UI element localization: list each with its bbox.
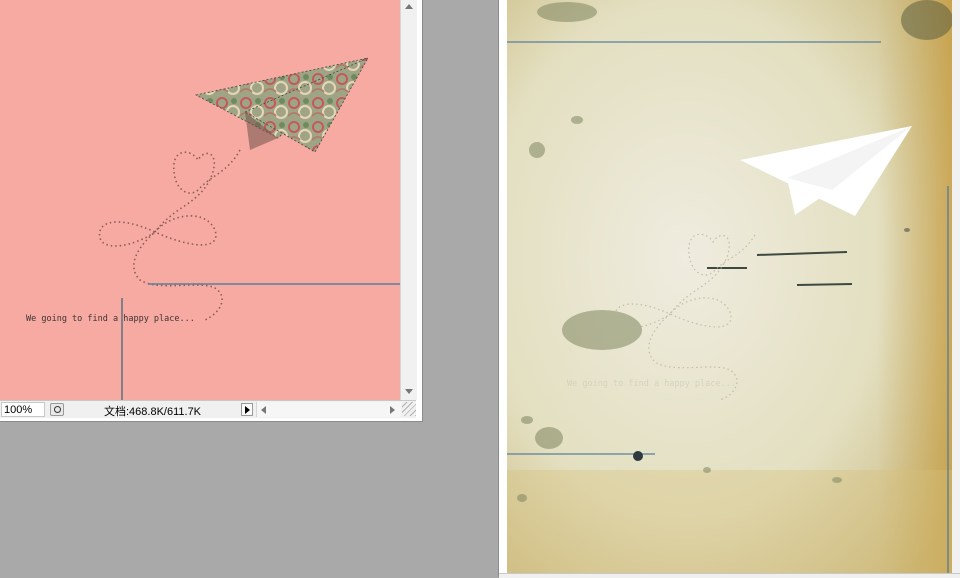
scroll-right-icon[interactable] — [390, 406, 395, 414]
canvas-textured-paper[interactable]: We going to find a happy place... — [507, 0, 952, 573]
status-bar-right — [499, 573, 960, 578]
scroll-left-icon[interactable] — [261, 406, 266, 414]
canvas-artwork: We going to find a happy place... — [26, 57, 400, 400]
dotted-flight-path — [98, 149, 241, 321]
paper-plane-image[interactable] — [194, 57, 370, 153]
scroll-down-icon[interactable] — [405, 389, 413, 394]
canvas-pink[interactable]: We going to find a happy place... — [0, 0, 400, 400]
document-window-right: We going to find a happy place... — [498, 0, 960, 578]
document-info: 文档:468.8K/611.7K — [104, 406, 202, 418]
canvas-text: We going to find a happy place... — [26, 314, 195, 324]
resize-grip-icon[interactable] — [402, 402, 416, 416]
status-menu-arrow-icon[interactable] — [241, 403, 253, 416]
zoom-field[interactable]: 100% — [1, 402, 45, 417]
status-bar: 100% 文档:468.8K/611.7K — [0, 400, 416, 418]
anchor-point[interactable] — [633, 451, 643, 461]
canvas-text-faint: We going to find a happy place... — [567, 379, 736, 389]
vertical-scrollbar[interactable] — [400, 0, 417, 400]
scroll-up-icon[interactable] — [405, 4, 413, 9]
horizontal-scrollbar[interactable] — [256, 402, 401, 417]
paper-artwork: We going to find a happy place... — [507, 0, 952, 573]
vertical-scrollbar-right[interactable] — [952, 0, 960, 573]
document-window-left: We going to find a happy place... 100% 文… — [0, 0, 423, 422]
status-info-button[interactable] — [50, 403, 64, 416]
